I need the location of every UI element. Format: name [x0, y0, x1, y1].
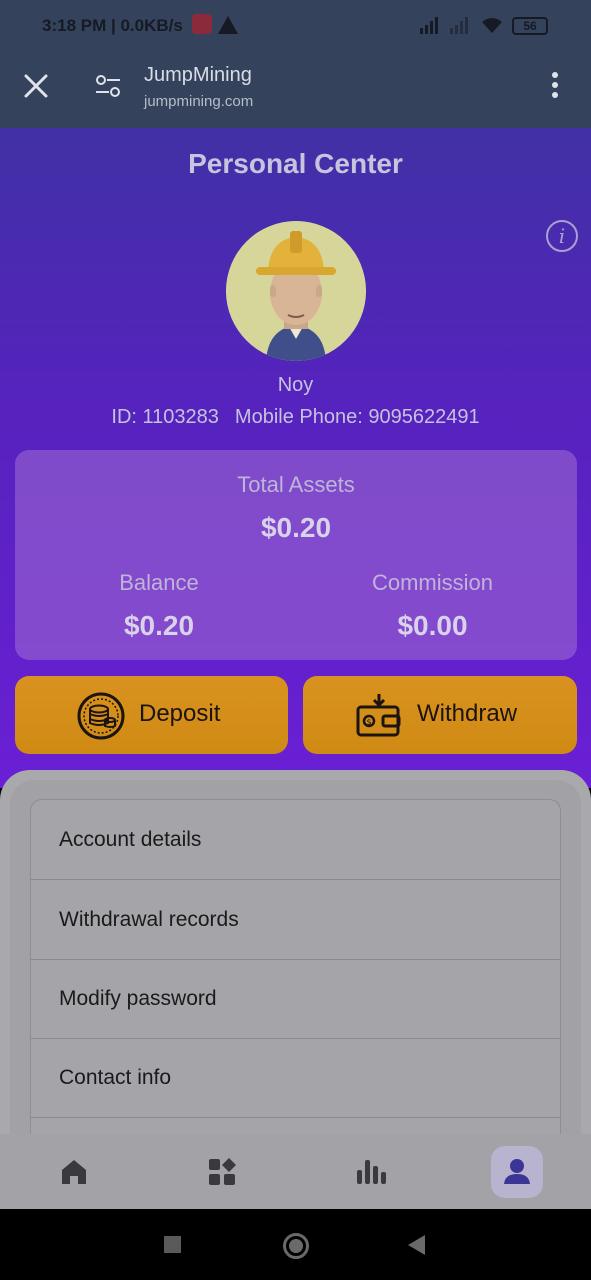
more-options-icon[interactable] [548, 72, 562, 102]
menu-item-modify-password[interactable]: Modify password [31, 959, 560, 1039]
apps-icon[interactable] [196, 1146, 248, 1198]
balance-value: $0.20 [123, 610, 195, 641]
notification-app-icon [192, 14, 212, 34]
total-assets-label: Total Assets [237, 472, 355, 497]
wifi-icon [482, 18, 502, 33]
withdraw-label: Withdraw [417, 700, 518, 727]
info-icon[interactable]: i [546, 220, 578, 252]
home-icon[interactable] [48, 1146, 100, 1198]
menu-item-withdrawal-records[interactable]: Withdrawal records [31, 880, 560, 960]
page-title: Personal Center [188, 148, 403, 179]
battery-icon: 56 [512, 17, 548, 35]
assets-card: Total Assets $0.20 Balance $0.20 Commiss… [15, 450, 577, 660]
status-time: 3:18 PM | 0.0KB/s [42, 16, 183, 35]
withdraw-button[interactable]: $ Withdraw [303, 676, 577, 754]
bottom-nav [0, 1134, 591, 1209]
total-assets-value: $0.20 [260, 512, 332, 543]
status-bar: 3:18 PM | 0.0KB/s 56 [0, 0, 591, 56]
wallet-withdraw-icon: $ [356, 694, 401, 737]
deposit-label: Deposit [139, 700, 221, 727]
browser-toolbar: JumpMining jumpmining.com [0, 56, 591, 128]
menu-item-account-details[interactable]: Account details [31, 800, 560, 880]
coins-icon [77, 692, 125, 740]
commission-label: Commission [371, 570, 494, 595]
menu-item-contact-info[interactable]: Contact info [31, 1038, 560, 1118]
site-name: JumpMining [144, 64, 252, 86]
username: Noy [277, 374, 314, 396]
home-button-icon[interactable] [283, 1233, 309, 1259]
svg-text:$: $ [367, 718, 372, 727]
cell-signal-2-icon [450, 16, 472, 34]
warning-icon [218, 16, 238, 34]
system-nav-bar [0, 1209, 591, 1280]
user-id: ID: 1103283 [111, 406, 219, 428]
stats-icon[interactable] [344, 1146, 396, 1198]
avatar [226, 221, 366, 361]
settings-menu: Account details Withdrawal records Modif… [30, 799, 561, 1139]
back-icon[interactable] [408, 1235, 425, 1255]
recent-apps-icon[interactable] [164, 1236, 181, 1253]
site-settings-icon[interactable] [94, 74, 122, 98]
cell-signal-icon [420, 16, 442, 34]
profile-icon[interactable] [491, 1146, 543, 1198]
profile-header: Personal Center i Noy ID: 1103283 Mobile … [0, 128, 591, 788]
site-url: jumpmining.com [144, 93, 254, 110]
user-id-phone: ID: 1103283 Mobile Phone: 9095622491 [0, 406, 591, 429]
commission-value: $0.00 [397, 610, 468, 641]
user-phone: Mobile Phone: 9095622491 [234, 406, 480, 428]
close-icon[interactable] [22, 72, 50, 100]
deposit-button[interactable]: Deposit [15, 676, 288, 754]
balance-label: Balance [119, 570, 199, 595]
